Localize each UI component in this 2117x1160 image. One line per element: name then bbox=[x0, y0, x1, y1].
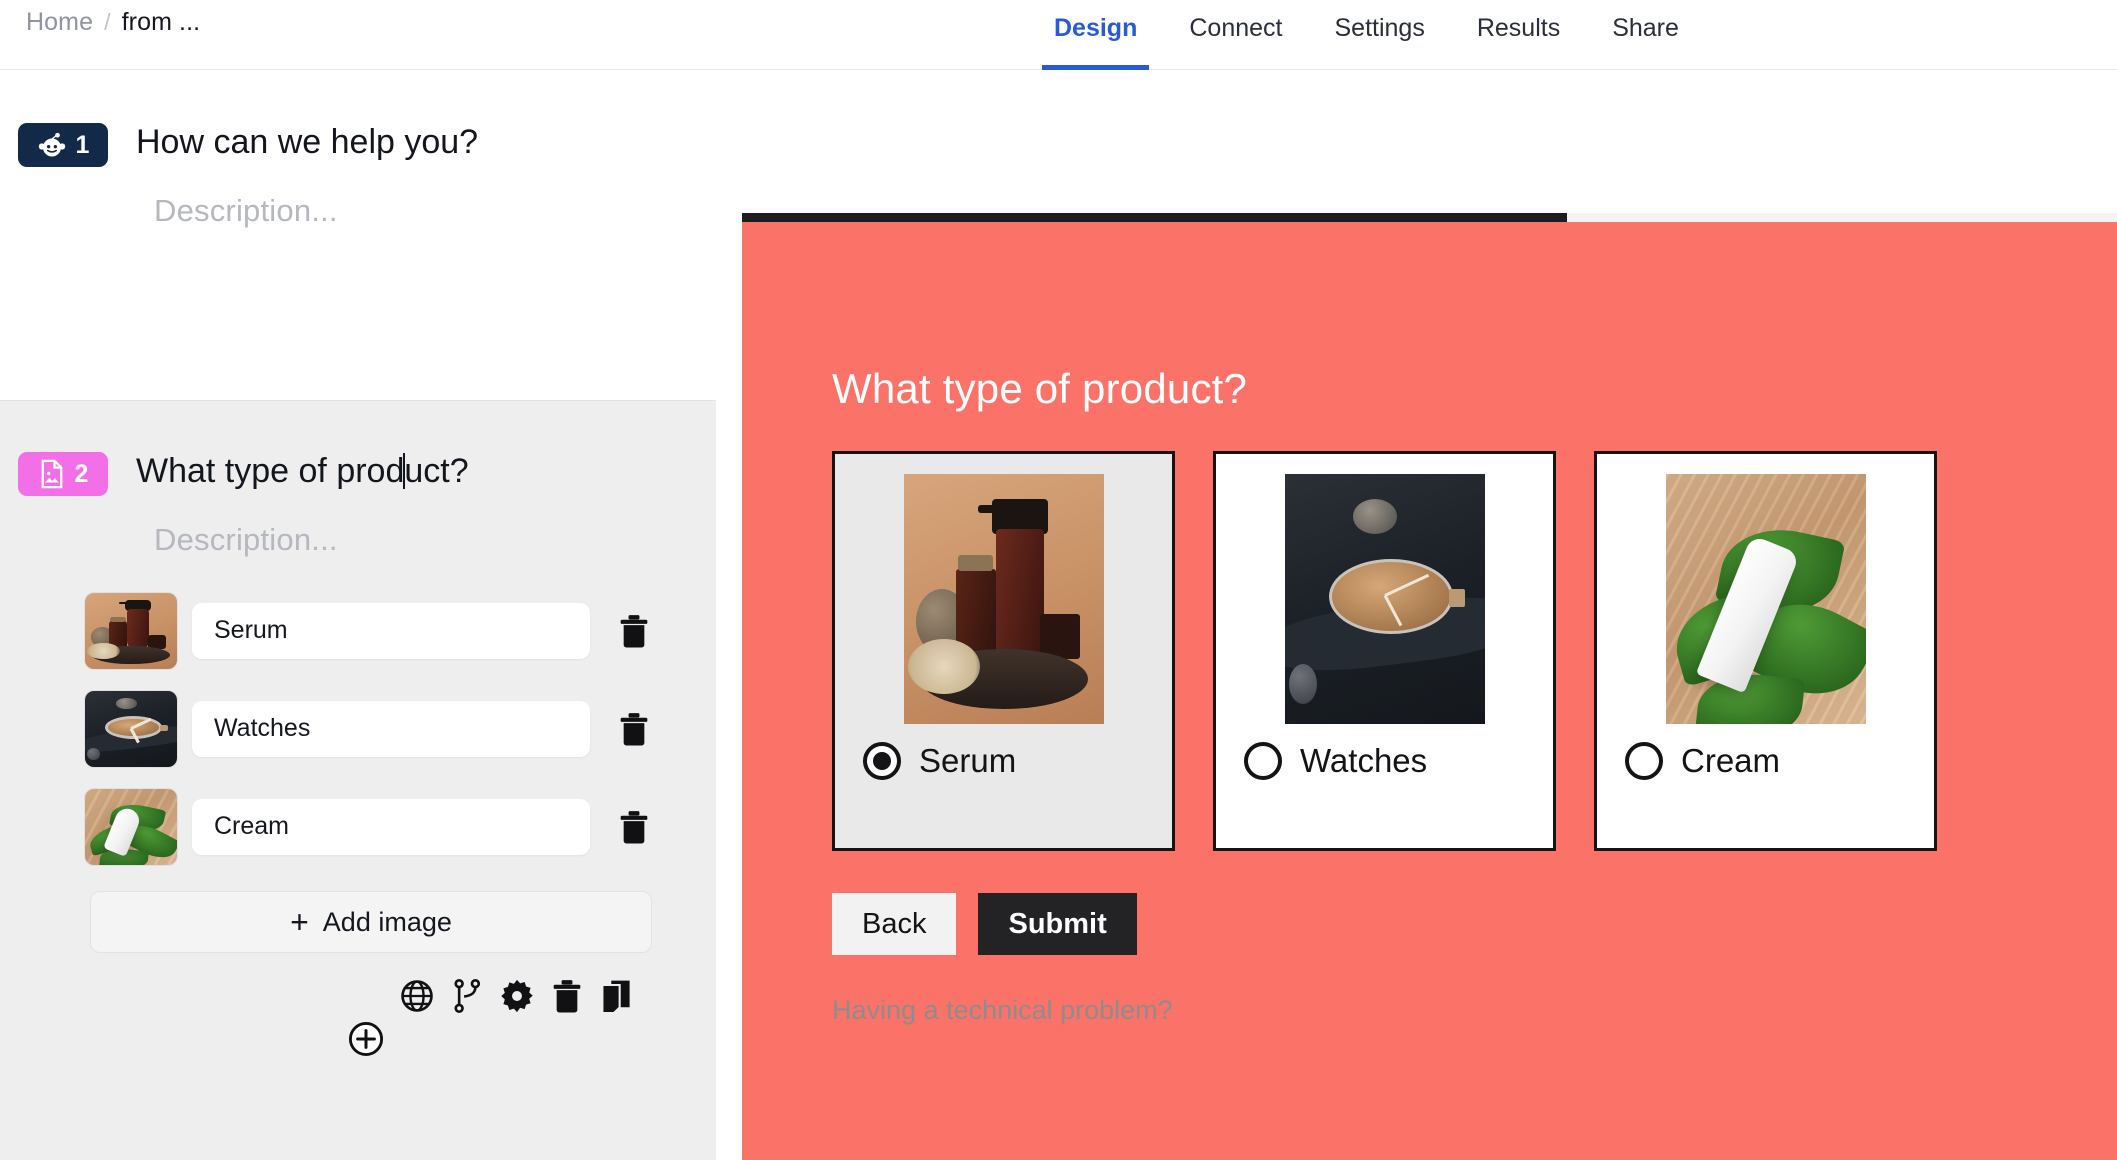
preview-question-title: What type of product? bbox=[832, 365, 2117, 413]
submit-button[interactable]: Submit bbox=[978, 893, 1136, 955]
circle-plus-icon bbox=[348, 1021, 384, 1057]
add-image-label: Add image bbox=[323, 907, 452, 938]
radio-watches[interactable] bbox=[1244, 742, 1282, 780]
progress-bar bbox=[742, 213, 2117, 222]
option-input-watches[interactable]: Watches bbox=[192, 701, 590, 757]
form-actions: Back Submit bbox=[832, 893, 2117, 955]
choice-label-cream: Cream bbox=[1681, 742, 1780, 780]
tab-settings[interactable]: Settings bbox=[1308, 0, 1450, 70]
question-1-title[interactable]: How can we help you? bbox=[136, 116, 478, 163]
trash-icon bbox=[619, 614, 649, 648]
trash-icon bbox=[552, 979, 582, 1013]
choice-footer-watches: Watches bbox=[1216, 742, 1553, 780]
nav-tabs: Design Connect Settings Results Share bbox=[1028, 0, 1705, 70]
editor-pane: 1 How can we help you? Description... bbox=[0, 70, 716, 1160]
reddit-alien-icon bbox=[37, 130, 67, 160]
branch-icon bbox=[452, 979, 482, 1013]
duplicate-icon bbox=[600, 979, 632, 1013]
globe-icon bbox=[400, 979, 434, 1013]
choice-footer-cream: Cream bbox=[1597, 742, 1934, 780]
technical-problem-link[interactable]: Having a technical problem? bbox=[832, 995, 2117, 1026]
option-delete-cream[interactable] bbox=[604, 810, 664, 844]
gear-icon-button[interactable] bbox=[500, 979, 534, 1013]
option-list: Serum Watches bbox=[0, 584, 716, 873]
main-body: 1 How can we help you? Description... bbox=[0, 70, 2117, 1160]
question-2-badge[interactable]: 2 bbox=[18, 452, 108, 496]
option-delete-watches[interactable] bbox=[604, 712, 664, 746]
option-row-serum[interactable]: Serum bbox=[84, 584, 692, 677]
choice-card-serum[interactable]: Serum bbox=[832, 451, 1175, 851]
top-bar: Home / from ... Design Connect Settings … bbox=[0, 0, 2117, 70]
question-toolbar bbox=[0, 979, 716, 1013]
choice-image-serum bbox=[904, 474, 1104, 724]
tab-connect[interactable]: Connect bbox=[1163, 0, 1308, 70]
option-thumb-cream[interactable] bbox=[84, 788, 178, 866]
question-2-number: 2 bbox=[75, 462, 89, 487]
preview-content: What type of product? Serum bbox=[742, 213, 2117, 1026]
add-image-button[interactable]: + Add image bbox=[90, 891, 652, 953]
option-thumb-watches[interactable] bbox=[84, 690, 178, 768]
branch-icon-button[interactable] bbox=[452, 979, 482, 1013]
globe-icon-button[interactable] bbox=[400, 979, 434, 1013]
question-2-description[interactable]: Description... bbox=[154, 522, 716, 558]
question-2-header: 2 What type of product? bbox=[0, 445, 716, 496]
question-block-2[interactable]: 2 What type of product? Description... S… bbox=[0, 400, 716, 1160]
image-file-icon bbox=[38, 459, 66, 489]
option-input-cream[interactable]: Cream bbox=[192, 799, 590, 855]
progress-bar-fill bbox=[742, 213, 1567, 222]
question-1-header: 1 How can we help you? bbox=[0, 116, 716, 167]
trash-icon bbox=[619, 810, 649, 844]
tab-design[interactable]: Design bbox=[1028, 0, 1163, 70]
add-question-row bbox=[0, 1021, 716, 1057]
trash-icon bbox=[619, 712, 649, 746]
question-2-title-before: What type of prod bbox=[136, 452, 404, 490]
option-thumb-serum[interactable] bbox=[84, 592, 178, 670]
breadcrumb-current[interactable]: from ... bbox=[122, 8, 201, 37]
add-image-plus-icon: + bbox=[290, 906, 309, 938]
question-2-title[interactable]: What type of product? bbox=[136, 445, 469, 492]
question-1-number: 1 bbox=[76, 133, 90, 158]
app-root: Home / from ... Design Connect Settings … bbox=[0, 0, 2117, 1160]
choice-image-cream bbox=[1666, 474, 1866, 724]
radio-serum[interactable] bbox=[863, 742, 901, 780]
choice-card-watches[interactable]: Watches bbox=[1213, 451, 1556, 851]
choice-card-list: Serum Watches bbox=[832, 451, 2117, 851]
question-2-title-after: uct? bbox=[404, 452, 468, 490]
form-preview: What type of product? Serum bbox=[742, 213, 2117, 1160]
option-row-cream[interactable]: Cream bbox=[84, 780, 692, 873]
question-1-badge[interactable]: 1 bbox=[18, 123, 108, 167]
back-button[interactable]: Back bbox=[832, 893, 956, 955]
choice-label-watches: Watches bbox=[1300, 742, 1427, 780]
duplicate-question-button[interactable] bbox=[600, 979, 632, 1013]
preview-pane: What type of product? Serum bbox=[716, 70, 2117, 1160]
breadcrumb-home[interactable]: Home bbox=[26, 8, 93, 37]
choice-image-watches bbox=[1285, 474, 1485, 724]
option-input-serum[interactable]: Serum bbox=[192, 603, 590, 659]
choice-footer-serum: Serum bbox=[835, 742, 1172, 780]
choice-card-cream[interactable]: Cream bbox=[1594, 451, 1937, 851]
add-question-button[interactable] bbox=[348, 1021, 384, 1057]
choice-label-serum: Serum bbox=[919, 742, 1016, 780]
tab-share[interactable]: Share bbox=[1586, 0, 1705, 70]
option-row-watches[interactable]: Watches bbox=[84, 682, 692, 775]
breadcrumb: Home / from ... bbox=[26, 8, 200, 37]
breadcrumb-separator: / bbox=[104, 9, 111, 36]
option-delete-serum[interactable] bbox=[604, 614, 664, 648]
question-block-1[interactable]: 1 How can we help you? Description... bbox=[0, 70, 716, 400]
tab-results[interactable]: Results bbox=[1451, 0, 1586, 70]
delete-question-button[interactable] bbox=[552, 979, 582, 1013]
radio-cream[interactable] bbox=[1625, 742, 1663, 780]
gear-icon bbox=[500, 979, 534, 1013]
question-1-description[interactable]: Description... bbox=[154, 193, 716, 229]
